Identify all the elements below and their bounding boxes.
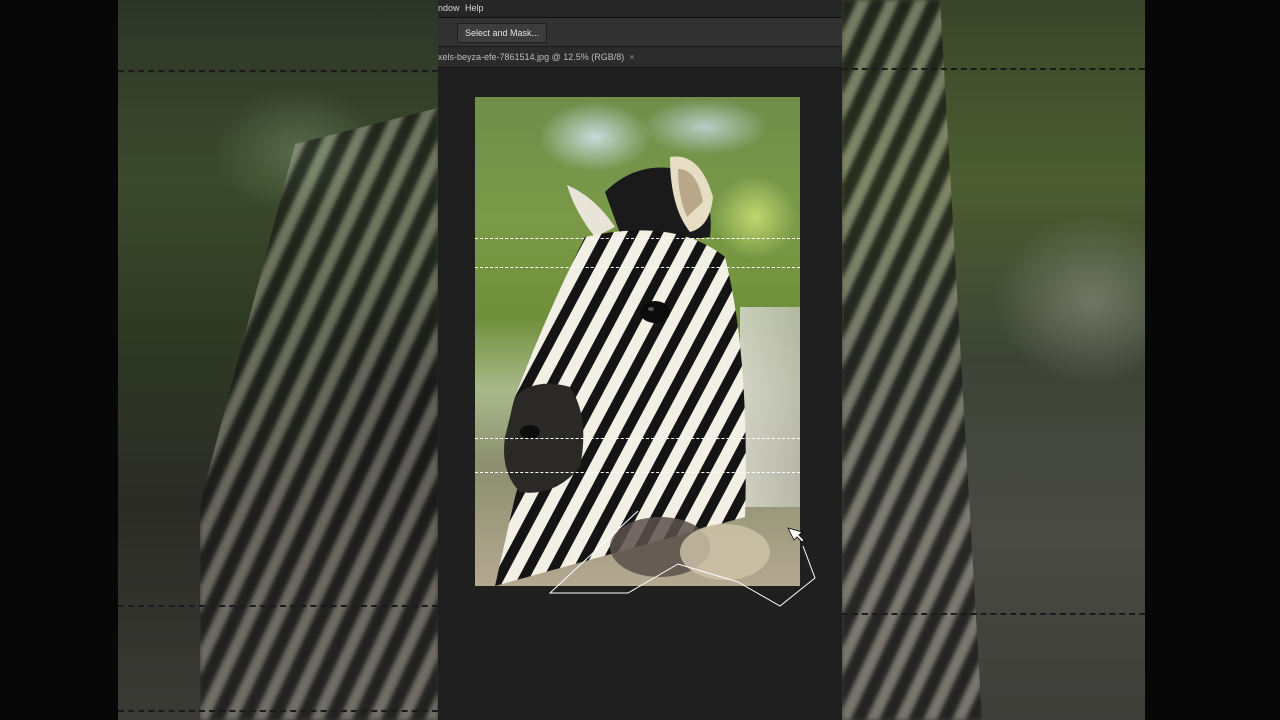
- zebra-illustration: [495, 156, 770, 586]
- options-bar: Select and Mask...: [438, 18, 842, 47]
- document-tab-bar: xels-beyza-efe-7861514.jpg @ 12.5% (RGB/…: [438, 47, 842, 68]
- frame-edge-left: [0, 0, 118, 720]
- background-marquee-line: [118, 70, 438, 72]
- zebra-photo[interactable]: [475, 97, 800, 586]
- document-tab-title: xels-beyza-efe-7861514.jpg @ 12.5% (RGB/…: [438, 52, 625, 62]
- background-marquee-line: [118, 605, 438, 607]
- frame-edge-right: [1145, 0, 1280, 720]
- menu-window[interactable]: ndow: [438, 3, 460, 13]
- canvas-area[interactable]: [438, 68, 842, 720]
- selection-marquee-line: [475, 267, 800, 268]
- close-icon[interactable]: ×: [629, 52, 634, 62]
- selection-marquee-line: [475, 438, 800, 439]
- background-marquee-line: [118, 710, 438, 712]
- select-and-mask-button[interactable]: Select and Mask...: [457, 23, 548, 43]
- background-marquee-line: [842, 613, 1145, 615]
- selection-marquee-line: [475, 472, 800, 473]
- photoshop-window: ndow Help Select and Mask... xels-beyza-…: [438, 0, 842, 720]
- document-tab[interactable]: xels-beyza-efe-7861514.jpg @ 12.5% (RGB/…: [438, 47, 643, 67]
- menu-help[interactable]: Help: [465, 3, 484, 13]
- background-marquee-line: [842, 68, 1145, 70]
- menu-bar: ndow Help: [438, 0, 842, 18]
- selection-marquee-line: [475, 238, 800, 239]
